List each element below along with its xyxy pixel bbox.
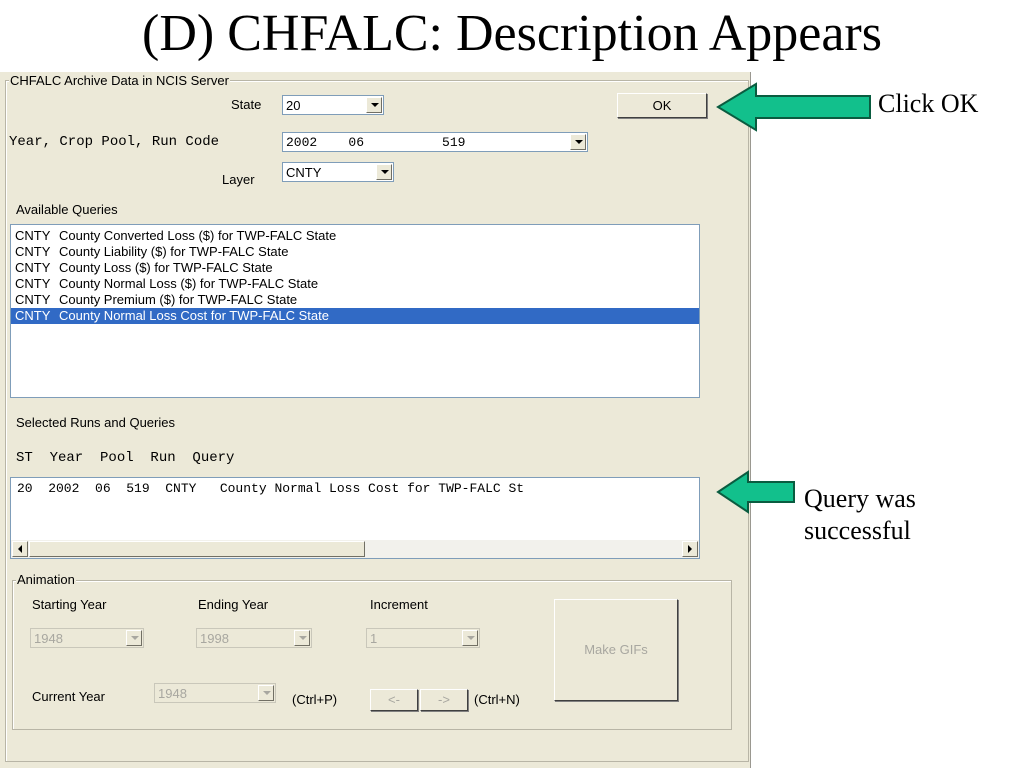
starting-year-label: Starting Year — [32, 597, 107, 612]
available-queries-label: Available Queries — [16, 202, 118, 217]
make-gifs-button[interactable]: Make GIFs — [554, 599, 678, 701]
chevron-down-icon[interactable] — [570, 134, 586, 150]
horizontal-scrollbar[interactable] — [11, 540, 699, 558]
query-success-line2: successful — [804, 516, 911, 545]
chevron-down-icon[interactable] — [462, 630, 478, 646]
chevron-down-icon[interactable] — [366, 97, 382, 113]
click-ok-callout: Click OK — [878, 89, 979, 118]
selected-runs-list[interactable]: 20 2002 06 519 CNTY County Normal Loss C… — [10, 477, 700, 559]
layer-value: CNTY — [286, 165, 322, 180]
state-select[interactable]: 20 — [282, 95, 384, 115]
scroll-right-icon[interactable] — [682, 541, 698, 557]
query-item[interactable]: CNTY County Converted Loss ($) for TWP-FA… — [11, 228, 699, 244]
ending-year-select[interactable]: 1998 — [196, 628, 312, 648]
chevron-down-icon[interactable] — [258, 685, 274, 701]
selected-runs-label: Selected Runs and Queries — [16, 415, 175, 430]
available-queries-list[interactable]: CNTY County Converted Loss ($) for TWP-FA… — [10, 224, 700, 398]
query-item[interactable]: CNTY County Premium ($) for TWP-FALC Stat… — [11, 292, 699, 308]
query-item[interactable]: CNTY County Normal Loss ($) for TWP-FALC … — [11, 276, 699, 292]
year-pool-run-value: 2002 06 519 — [286, 135, 466, 150]
animation-group-title: Animation — [16, 572, 76, 587]
query-success-line1: Query was — [804, 484, 916, 513]
slide-title: (D) CHFALC: Description Appears — [142, 5, 882, 62]
ctrl-n-hint: (Ctrl+N) — [474, 692, 520, 707]
increment-select[interactable]: 1 — [366, 628, 480, 648]
layer-label: Layer — [222, 172, 255, 187]
query-item-selected[interactable]: CNTY County Normal Loss Cost for TWP-FALC… — [11, 308, 699, 324]
state-label: State — [231, 97, 262, 112]
arrow-left-icon — [716, 470, 795, 514]
previous-year-button[interactable]: <- — [370, 689, 418, 711]
runs-column-header: ST Year Pool Run Query — [16, 450, 235, 466]
chevron-down-icon[interactable] — [376, 164, 392, 180]
state-value: 20 — [286, 98, 301, 113]
ok-button[interactable]: OK — [617, 93, 707, 118]
chfalc-dialog: CHFALC Archive Data in NCIS Server State… — [0, 72, 751, 768]
current-year-label: Current Year — [32, 689, 105, 704]
arrow-left-icon — [716, 82, 871, 132]
year-pool-run-select[interactable]: 2002 06 519 — [282, 132, 588, 152]
scroll-thumb[interactable] — [29, 541, 365, 557]
query-item[interactable]: CNTY County Liability ($) for TWP-FALC St… — [11, 244, 699, 260]
scroll-left-icon[interactable] — [12, 541, 28, 557]
starting-year-select[interactable]: 1948 — [30, 628, 144, 648]
archive-data-group-title: CHFALC Archive Data in NCIS Server — [9, 73, 230, 88]
increment-label: Increment — [370, 597, 428, 612]
chevron-down-icon[interactable] — [294, 630, 310, 646]
layer-select[interactable]: CNTY — [282, 162, 394, 182]
query-success-callout: Query was successful — [804, 483, 916, 547]
chevron-down-icon[interactable] — [126, 630, 142, 646]
ctrl-p-hint: (Ctrl+P) — [292, 692, 338, 707]
increment-value: 1 — [370, 631, 378, 646]
ending-year-label: Ending Year — [198, 597, 269, 612]
query-item[interactable]: CNTY County Loss ($) for TWP-FALC State — [11, 260, 699, 276]
ending-year-value: 1998 — [200, 631, 229, 646]
year-pool-run-label: Year, Crop Pool, Run Code — [9, 134, 220, 150]
next-year-button[interactable]: -> — [420, 689, 468, 711]
current-year-value: 1948 — [158, 686, 187, 701]
run-row[interactable]: 20 2002 06 519 CNTY County Normal Loss C… — [17, 481, 524, 496]
starting-year-value: 1948 — [34, 631, 63, 646]
current-year-select[interactable]: 1948 — [154, 683, 276, 703]
